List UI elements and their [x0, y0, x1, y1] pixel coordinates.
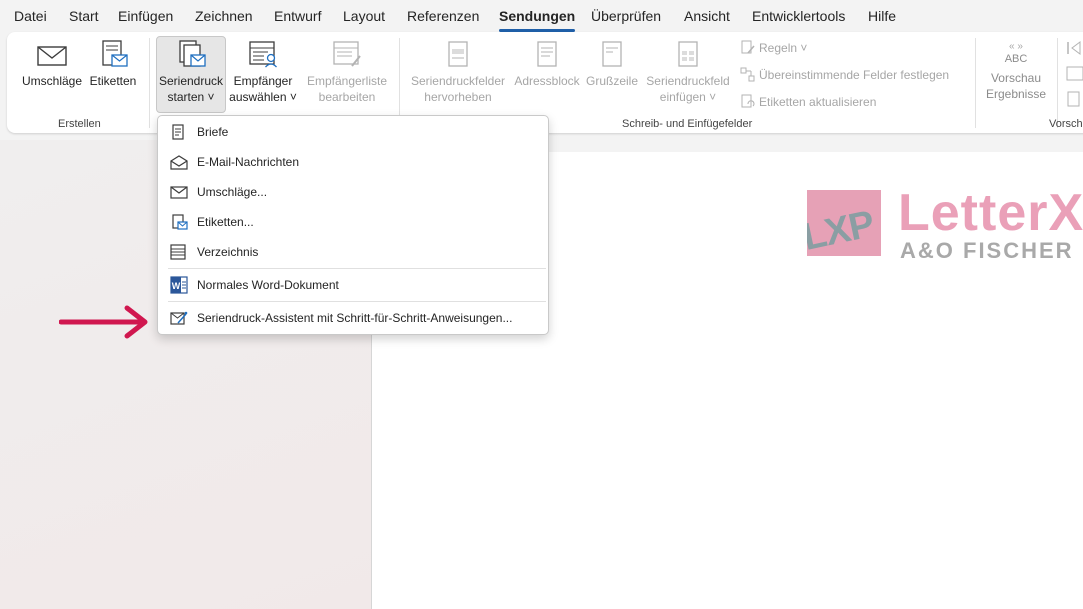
menu-item-email[interactable]: E-Mail-Nachrichten — [158, 148, 548, 176]
update-labels-icon — [741, 94, 755, 108]
adressblock-button[interactable]: Adressblock — [512, 40, 582, 89]
edit-recipient-list-icon — [333, 41, 361, 67]
preview-nav-icons — [1066, 41, 1083, 107]
seriendruck-line2: starten ˅ — [167, 90, 215, 104]
group-label-felder: Schreib- und Einfügefelder — [622, 118, 753, 130]
labels-icon — [102, 40, 128, 67]
tab-referenzen[interactable]: Referenzen — [407, 8, 479, 24]
einfuegen-line2: einfügen ˅ — [659, 90, 717, 104]
directory-icon — [170, 244, 186, 260]
highlight-fields-icon — [448, 41, 468, 67]
ribbon-separator — [975, 38, 976, 128]
tab-hilfe[interactable]: Hilfe — [868, 8, 896, 24]
vorschau-ergebnisse-button[interactable]: « » ABC Vorschau Ergebnisse — [983, 40, 1049, 102]
greeting-line-icon — [602, 41, 622, 67]
menu-item-label: Normales Word-Dokument — [197, 278, 339, 292]
menu-item-label: Briefe — [197, 125, 229, 139]
seriendruck-starten-button[interactable]: Seriendruck starten ˅ — [156, 40, 226, 105]
regeln-button[interactable]: Regeln ˅ — [740, 40, 807, 55]
empfaengerliste-bearbeiten-button[interactable]: Empfängerliste bearbeiten — [302, 40, 392, 105]
tab-zeichnen[interactable]: Zeichnen — [195, 8, 253, 24]
menu-item-briefe[interactable]: Briefe — [158, 118, 548, 146]
adressblock-label: Adressblock — [514, 74, 580, 88]
menu-item-normales-word-dokument[interactable]: W Normales Word-Dokument — [158, 271, 548, 299]
uebereinstimmende-label: Übereinstimmende Felder festlegen — [759, 68, 950, 82]
menu-bar: Datei Start Einfügen Zeichnen Entwurf La… — [0, 0, 1083, 32]
menu-item-label: E-Mail-Nachrichten — [197, 155, 300, 169]
logo-mark-text: LXP — [807, 203, 878, 256]
mail-merge-start-icon — [179, 40, 206, 67]
tab-ueberpruefen[interactable]: Überprüfen — [591, 8, 661, 24]
regeln-label: Regeln ˅ — [759, 41, 808, 55]
empfaenger-line2: auswählen ˅ — [229, 90, 297, 104]
tab-entwicklertools[interactable]: Entwicklertools — [752, 8, 845, 24]
ribbon-separator — [149, 38, 150, 128]
menu-divider — [168, 301, 546, 302]
menu-item-seriendruck-assistent[interactable]: Seriendruck-Assistent mit Schritt-für-Sc… — [158, 304, 548, 332]
menu-item-label: Etiketten... — [197, 215, 254, 229]
umschlaege-label: Umschläge — [21, 74, 83, 88]
logo-subtitle: A&O FISCHER — [900, 238, 1074, 263]
label-icon — [172, 214, 188, 230]
svg-text:W: W — [172, 281, 181, 291]
rules-icon — [741, 40, 755, 54]
grusszeile-button[interactable]: Grußzeile — [584, 40, 640, 89]
einfuegen-line1: Seriendruckfeld — [646, 74, 730, 88]
menu-item-label: Seriendruck-Assistent mit Schritt-für-Sc… — [197, 311, 513, 325]
tab-sendungen[interactable]: Sendungen — [499, 8, 576, 32]
seriendruckfeld-einfuegen-button[interactable]: Seriendruckfeld einfügen ˅ — [643, 40, 733, 105]
menu-divider — [168, 268, 546, 269]
menu-item-label: Umschläge... — [197, 185, 268, 199]
vorschau-line1: Vorschau — [990, 71, 1042, 85]
aktualisieren-label: Etiketten aktualisieren — [759, 95, 877, 109]
etiketten-label: Etiketten — [89, 74, 137, 88]
seriendruck-starten-menu: Briefe E-Mail-Nachrichten Umschläge... E… — [157, 115, 549, 335]
letter-icon — [172, 124, 184, 140]
tab-entwurf[interactable]: Entwurf — [274, 8, 321, 24]
chevrons-icon: « » — [1009, 41, 1023, 52]
tab-einfuegen[interactable]: Einfügen — [118, 8, 173, 24]
wizard-icon — [170, 311, 188, 325]
insert-merge-field-icon — [678, 41, 698, 67]
word-document-icon: W — [170, 276, 188, 294]
tab-layout[interactable]: Layout — [343, 8, 385, 24]
etiketten-aktualisieren-button[interactable]: Etiketten aktualisieren — [740, 94, 876, 109]
empfaenger-auswaehlen-button[interactable]: Empfänger auswählen ˅ — [227, 40, 299, 105]
match-fields-icon — [740, 67, 755, 82]
menu-item-etiketten[interactable]: Etiketten... — [158, 208, 548, 236]
hervorheben-line1: Seriendruckfelder — [410, 74, 506, 88]
seriendruckfelder-hervorheben-button[interactable]: Seriendruckfelder hervorheben — [407, 40, 509, 105]
envelope-icon — [37, 46, 67, 66]
empfaengerliste-line2: bearbeiten — [318, 90, 376, 104]
empfaenger-line1: Empfänger — [233, 74, 293, 88]
logo-title: LetterX — [898, 184, 1083, 242]
group-label-erstellen: Erstellen — [58, 118, 101, 130]
hervorheben-line2: hervorheben — [424, 90, 492, 104]
grusszeile-label: Grußzeile — [585, 74, 638, 88]
abc-label: ABC — [1004, 53, 1028, 65]
ribbon-separator — [1057, 38, 1058, 128]
arrow-pointer-icon — [59, 305, 148, 339]
tab-ansicht[interactable]: Ansicht — [684, 8, 730, 24]
menu-item-verzeichnis[interactable]: Verzeichnis — [158, 238, 548, 266]
envelope-icon — [170, 186, 188, 199]
uebereinstimmende-felder-button[interactable]: Übereinstimmende Felder festlegen — [740, 67, 949, 82]
umschlaege-button[interactable]: Umschläge — [20, 40, 84, 89]
group-label-vorschau: Vorscha — [1049, 118, 1083, 130]
tab-start[interactable]: Start — [69, 8, 99, 24]
seriendruck-line1: Seriendruck — [158, 74, 224, 88]
address-block-icon — [537, 41, 557, 67]
etiketten-button[interactable]: Etiketten — [86, 40, 140, 89]
vorschau-line2: Ergebnisse — [985, 87, 1047, 101]
select-recipients-icon — [249, 41, 277, 68]
menu-item-label: Verzeichnis — [197, 245, 259, 259]
tab-datei[interactable]: Datei — [14, 8, 47, 24]
empfaengerliste-line1: Empfängerliste — [306, 74, 388, 88]
email-open-icon — [170, 155, 188, 170]
logo-mark: LXP — [807, 190, 881, 256]
menu-item-umschlaege[interactable]: Umschläge... — [158, 178, 548, 206]
